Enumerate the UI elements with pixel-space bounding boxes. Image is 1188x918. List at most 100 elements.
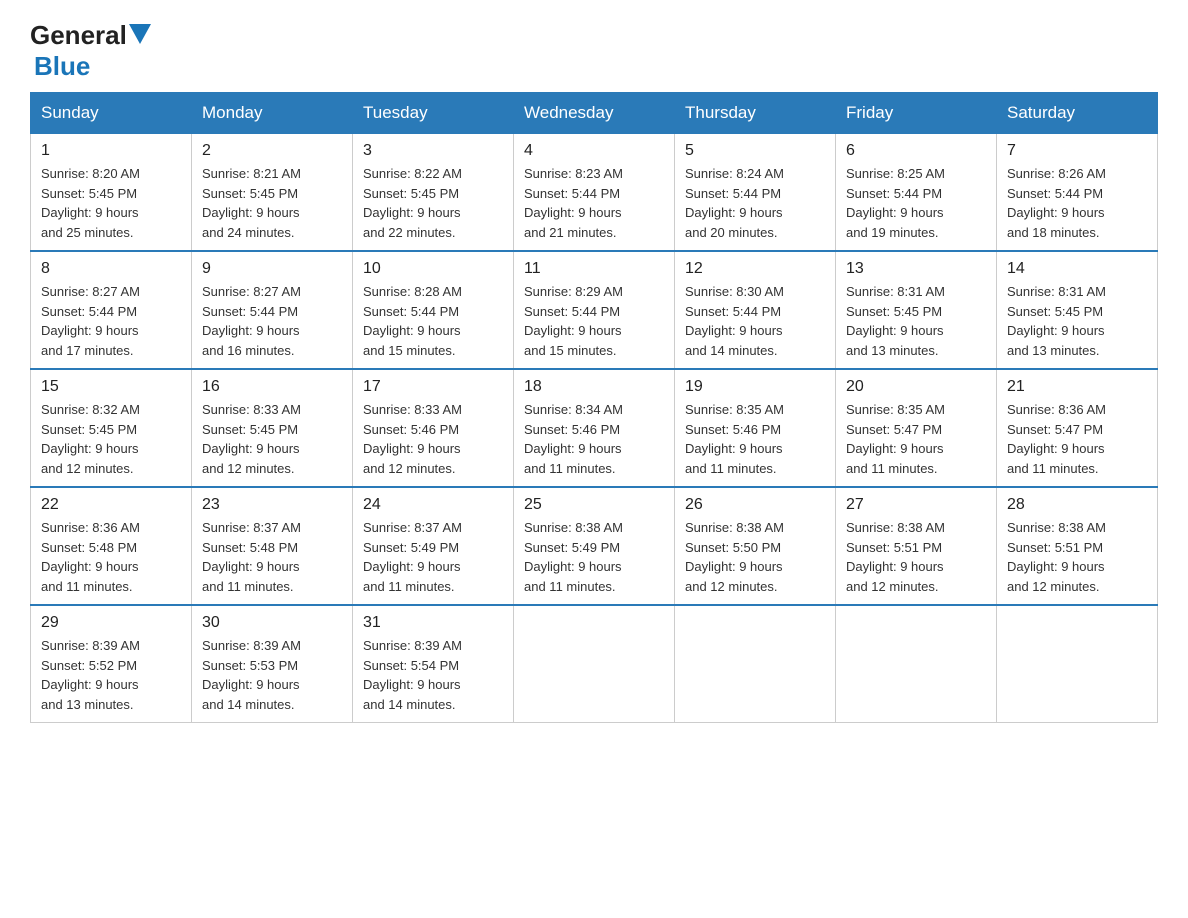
day-number: 14 (1007, 260, 1147, 278)
week-row-1: 1 Sunrise: 8:20 AM Sunset: 5:45 PM Dayli… (31, 134, 1158, 252)
calendar-cell: 16 Sunrise: 8:33 AM Sunset: 5:45 PM Dayl… (192, 369, 353, 487)
day-number: 6 (846, 142, 986, 160)
header-sunday: Sunday (31, 93, 192, 134)
calendar-cell: 12 Sunrise: 8:30 AM Sunset: 5:44 PM Dayl… (675, 251, 836, 369)
day-info: Sunrise: 8:27 AM Sunset: 5:44 PM Dayligh… (41, 282, 181, 360)
header-saturday: Saturday (997, 93, 1158, 134)
day-info: Sunrise: 8:30 AM Sunset: 5:44 PM Dayligh… (685, 282, 825, 360)
day-number: 29 (41, 614, 181, 632)
day-info: Sunrise: 8:39 AM Sunset: 5:54 PM Dayligh… (363, 636, 503, 714)
day-number: 20 (846, 378, 986, 396)
week-row-2: 8 Sunrise: 8:27 AM Sunset: 5:44 PM Dayli… (31, 251, 1158, 369)
header-thursday: Thursday (675, 93, 836, 134)
day-info: Sunrise: 8:39 AM Sunset: 5:53 PM Dayligh… (202, 636, 342, 714)
day-info: Sunrise: 8:31 AM Sunset: 5:45 PM Dayligh… (1007, 282, 1147, 360)
weekday-header-row: SundayMondayTuesdayWednesdayThursdayFrid… (31, 93, 1158, 134)
calendar-cell: 9 Sunrise: 8:27 AM Sunset: 5:44 PM Dayli… (192, 251, 353, 369)
day-info: Sunrise: 8:37 AM Sunset: 5:49 PM Dayligh… (363, 518, 503, 596)
day-number: 10 (363, 260, 503, 278)
calendar-cell: 1 Sunrise: 8:20 AM Sunset: 5:45 PM Dayli… (31, 134, 192, 252)
page-header: General Blue (30, 20, 1158, 82)
header-tuesday: Tuesday (353, 93, 514, 134)
calendar-cell: 8 Sunrise: 8:27 AM Sunset: 5:44 PM Dayli… (31, 251, 192, 369)
day-number: 16 (202, 378, 342, 396)
week-row-5: 29 Sunrise: 8:39 AM Sunset: 5:52 PM Dayl… (31, 605, 1158, 723)
calendar-cell: 20 Sunrise: 8:35 AM Sunset: 5:47 PM Dayl… (836, 369, 997, 487)
day-info: Sunrise: 8:31 AM Sunset: 5:45 PM Dayligh… (846, 282, 986, 360)
day-number: 4 (524, 142, 664, 160)
calendar-cell: 27 Sunrise: 8:38 AM Sunset: 5:51 PM Dayl… (836, 487, 997, 605)
calendar-cell: 22 Sunrise: 8:36 AM Sunset: 5:48 PM Dayl… (31, 487, 192, 605)
day-info: Sunrise: 8:33 AM Sunset: 5:46 PM Dayligh… (363, 400, 503, 478)
day-info: Sunrise: 8:37 AM Sunset: 5:48 PM Dayligh… (202, 518, 342, 596)
week-row-4: 22 Sunrise: 8:36 AM Sunset: 5:48 PM Dayl… (31, 487, 1158, 605)
calendar-cell (836, 605, 997, 723)
day-info: Sunrise: 8:38 AM Sunset: 5:50 PM Dayligh… (685, 518, 825, 596)
day-number: 27 (846, 496, 986, 514)
day-info: Sunrise: 8:21 AM Sunset: 5:45 PM Dayligh… (202, 164, 342, 242)
day-info: Sunrise: 8:39 AM Sunset: 5:52 PM Dayligh… (41, 636, 181, 714)
calendar-cell: 30 Sunrise: 8:39 AM Sunset: 5:53 PM Dayl… (192, 605, 353, 723)
day-info: Sunrise: 8:38 AM Sunset: 5:51 PM Dayligh… (846, 518, 986, 596)
day-number: 9 (202, 260, 342, 278)
day-number: 5 (685, 142, 825, 160)
day-info: Sunrise: 8:38 AM Sunset: 5:51 PM Dayligh… (1007, 518, 1147, 596)
calendar-cell: 24 Sunrise: 8:37 AM Sunset: 5:49 PM Dayl… (353, 487, 514, 605)
calendar-cell: 23 Sunrise: 8:37 AM Sunset: 5:48 PM Dayl… (192, 487, 353, 605)
day-info: Sunrise: 8:29 AM Sunset: 5:44 PM Dayligh… (524, 282, 664, 360)
logo-general: General (30, 20, 127, 51)
calendar-cell: 21 Sunrise: 8:36 AM Sunset: 5:47 PM Dayl… (997, 369, 1158, 487)
day-number: 18 (524, 378, 664, 396)
day-info: Sunrise: 8:32 AM Sunset: 5:45 PM Dayligh… (41, 400, 181, 478)
calendar-cell: 19 Sunrise: 8:35 AM Sunset: 5:46 PM Dayl… (675, 369, 836, 487)
calendar-cell (997, 605, 1158, 723)
day-info: Sunrise: 8:34 AM Sunset: 5:46 PM Dayligh… (524, 400, 664, 478)
day-info: Sunrise: 8:27 AM Sunset: 5:44 PM Dayligh… (202, 282, 342, 360)
day-info: Sunrise: 8:35 AM Sunset: 5:47 PM Dayligh… (846, 400, 986, 478)
day-number: 19 (685, 378, 825, 396)
day-info: Sunrise: 8:25 AM Sunset: 5:44 PM Dayligh… (846, 164, 986, 242)
day-info: Sunrise: 8:33 AM Sunset: 5:45 PM Dayligh… (202, 400, 342, 478)
day-number: 24 (363, 496, 503, 514)
calendar-cell (514, 605, 675, 723)
day-number: 12 (685, 260, 825, 278)
day-number: 1 (41, 142, 181, 160)
week-row-3: 15 Sunrise: 8:32 AM Sunset: 5:45 PM Dayl… (31, 369, 1158, 487)
calendar-cell: 7 Sunrise: 8:26 AM Sunset: 5:44 PM Dayli… (997, 134, 1158, 252)
header-friday: Friday (836, 93, 997, 134)
logo-triangle-icon (129, 24, 151, 46)
logo: General Blue (30, 20, 151, 82)
calendar-cell: 15 Sunrise: 8:32 AM Sunset: 5:45 PM Dayl… (31, 369, 192, 487)
day-number: 3 (363, 142, 503, 160)
day-info: Sunrise: 8:23 AM Sunset: 5:44 PM Dayligh… (524, 164, 664, 242)
logo-blue: Blue (34, 51, 90, 81)
day-info: Sunrise: 8:35 AM Sunset: 5:46 PM Dayligh… (685, 400, 825, 478)
day-info: Sunrise: 8:26 AM Sunset: 5:44 PM Dayligh… (1007, 164, 1147, 242)
calendar-cell: 13 Sunrise: 8:31 AM Sunset: 5:45 PM Dayl… (836, 251, 997, 369)
day-number: 21 (1007, 378, 1147, 396)
day-number: 26 (685, 496, 825, 514)
calendar-cell: 29 Sunrise: 8:39 AM Sunset: 5:52 PM Dayl… (31, 605, 192, 723)
header-monday: Monday (192, 93, 353, 134)
day-info: Sunrise: 8:22 AM Sunset: 5:45 PM Dayligh… (363, 164, 503, 242)
day-number: 11 (524, 260, 664, 278)
day-number: 31 (363, 614, 503, 632)
day-number: 23 (202, 496, 342, 514)
calendar-table: SundayMondayTuesdayWednesdayThursdayFrid… (30, 92, 1158, 723)
calendar-cell: 11 Sunrise: 8:29 AM Sunset: 5:44 PM Dayl… (514, 251, 675, 369)
day-number: 28 (1007, 496, 1147, 514)
calendar-cell: 3 Sunrise: 8:22 AM Sunset: 5:45 PM Dayli… (353, 134, 514, 252)
header-wednesday: Wednesday (514, 93, 675, 134)
day-info: Sunrise: 8:36 AM Sunset: 5:47 PM Dayligh… (1007, 400, 1147, 478)
day-number: 7 (1007, 142, 1147, 160)
day-info: Sunrise: 8:20 AM Sunset: 5:45 PM Dayligh… (41, 164, 181, 242)
day-info: Sunrise: 8:36 AM Sunset: 5:48 PM Dayligh… (41, 518, 181, 596)
calendar-cell: 28 Sunrise: 8:38 AM Sunset: 5:51 PM Dayl… (997, 487, 1158, 605)
day-info: Sunrise: 8:38 AM Sunset: 5:49 PM Dayligh… (524, 518, 664, 596)
day-number: 25 (524, 496, 664, 514)
calendar-cell: 6 Sunrise: 8:25 AM Sunset: 5:44 PM Dayli… (836, 134, 997, 252)
calendar-cell: 26 Sunrise: 8:38 AM Sunset: 5:50 PM Dayl… (675, 487, 836, 605)
day-number: 15 (41, 378, 181, 396)
calendar-cell: 10 Sunrise: 8:28 AM Sunset: 5:44 PM Dayl… (353, 251, 514, 369)
day-number: 13 (846, 260, 986, 278)
